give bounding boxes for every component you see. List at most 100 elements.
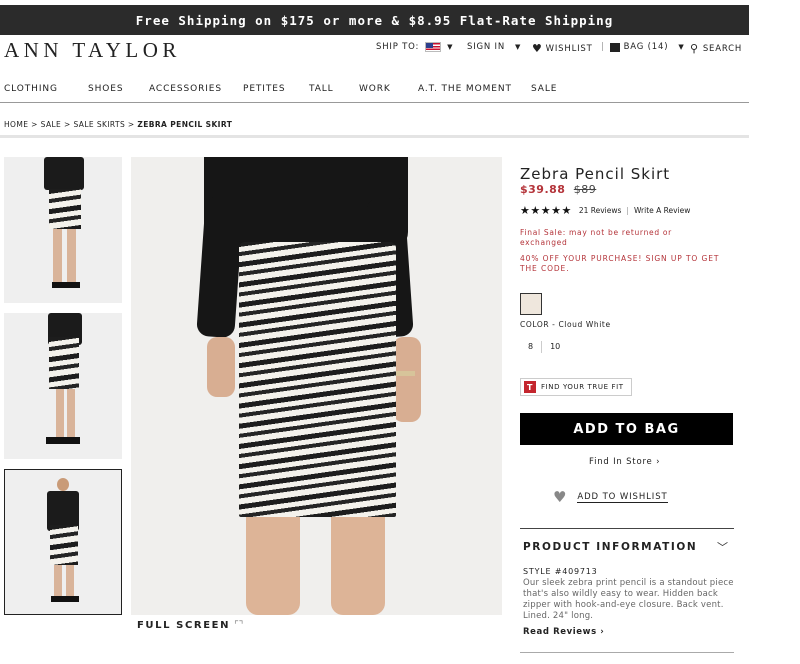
wishlist-label: WISHLIST [545, 43, 593, 54]
chevron-down-icon: ▼ [678, 43, 685, 51]
rating-row: ★★★★★ 21 Reviews | Write A Review [520, 204, 690, 217]
reviews-count-link[interactable]: 21 Reviews [579, 206, 622, 215]
write-review-link[interactable]: Write A Review [634, 206, 690, 215]
style-number: STYLE #409713 [523, 567, 598, 576]
breadcrumb-current: ZEBRA PENCIL SKIRT [137, 120, 233, 129]
model-leg-right [331, 517, 385, 615]
main-product-image[interactable] [131, 157, 502, 615]
product-information-heading[interactable]: PRODUCT INFORMATION [523, 541, 697, 553]
find-in-store-link[interactable]: Find In Store › [589, 457, 660, 467]
promo-banner[interactable]: Free Shipping on $175 or more & $8.95 Fl… [0, 5, 749, 35]
breadcrumb-home[interactable]: HOME [4, 120, 28, 129]
breadcrumb-separator: > [64, 120, 71, 129]
sale-price: $39.88 [520, 183, 566, 196]
read-reviews-label: Read Reviews [523, 627, 597, 637]
model-shoes [51, 596, 79, 602]
ship-to-label: SHIP TO: [376, 42, 420, 52]
wishlist-link[interactable]: ♥ WISHLIST [532, 42, 593, 55]
full-screen-button[interactable]: FULL SCREEN ⌜⌝ [137, 620, 243, 631]
nav-item-sale[interactable]: SALE [531, 84, 557, 94]
model-leg [67, 229, 76, 284]
breadcrumb-sale-skirts[interactable]: SALE SKIRTS [73, 120, 125, 129]
model-top [44, 157, 84, 190]
model-leg [54, 565, 62, 597]
search-icon: ⚲ [690, 42, 699, 55]
expand-icon: ⌜⌝ [234, 620, 244, 631]
add-to-wishlist-button[interactable]: ♥ ADD TO WISHLIST [553, 488, 668, 506]
zebra-skirt [239, 242, 396, 517]
breadcrumb-sale[interactable]: SALE [41, 120, 62, 129]
nav-item-accessories[interactable]: ACCESSORIES [149, 84, 222, 94]
chevron-right-icon: › [600, 627, 605, 637]
breadcrumb-separator: > [127, 120, 135, 129]
final-sale-notice: Final Sale: may not be returned or excha… [520, 228, 672, 247]
model-shoes [46, 437, 80, 444]
promo-banner-text: Free Shipping on $175 or more & $8.95 Fl… [135, 12, 614, 28]
chevron-down-icon: ▼ [447, 43, 454, 51]
sign-in-link[interactable]: SIGN IN ▼ [467, 42, 521, 52]
chevron-down-icon[interactable]: ﹀ [717, 539, 728, 555]
add-to-wishlist-label: ADD TO WISHLIST [577, 491, 668, 503]
search-label: SEARCH [702, 43, 743, 54]
original-price: $89 [573, 183, 597, 196]
thumbnail-full-length[interactable] [4, 469, 122, 615]
divider [0, 135, 749, 138]
ann-taylor-logo[interactable]: ANN TAYLOR [4, 38, 181, 63]
size-option[interactable]: 8 [520, 341, 541, 353]
true-fit-label: FIND YOUR TRUE FIT [541, 383, 624, 391]
divider: | [626, 206, 629, 215]
nav-item-clothing[interactable]: CLOTHING [4, 84, 58, 94]
bag-label: BAG (14) [623, 42, 669, 52]
product-price: $39.88 $89 [520, 183, 596, 196]
promo-signup-link[interactable]: 40% OFF YOUR PURCHASE! SIGN UP TO GET TH… [520, 254, 735, 274]
ship-to-selector[interactable]: SHIP TO: ▼ [376, 42, 453, 52]
nav-item-shoes[interactable]: SHOES [88, 84, 123, 94]
model-leg [66, 565, 74, 597]
us-flag-icon [425, 42, 442, 52]
model-leg [67, 389, 75, 439]
color-label: COLOR - Cloud White [520, 320, 611, 329]
divider: | [601, 42, 605, 52]
model-hand-left [207, 337, 235, 397]
divider [520, 528, 734, 529]
size-selector: 8 10 [520, 341, 568, 353]
true-fit-button[interactable]: T FIND YOUR TRUE FIT [520, 378, 632, 396]
nav-item-work[interactable]: WORK [359, 84, 391, 94]
bag-icon [609, 42, 620, 52]
model-hand-right [393, 337, 421, 422]
breadcrumb-separator: > [31, 120, 38, 129]
skirt-image [49, 189, 81, 229]
full-screen-label: FULL SCREEN [137, 620, 231, 631]
read-reviews-link[interactable]: Read Reviews › [523, 627, 604, 637]
product-description: Our sleek zebra print pencil is a stando… [523, 578, 734, 621]
chevron-right-icon: › [656, 457, 661, 467]
product-title: Zebra Pencil Skirt [520, 165, 671, 183]
breadcrumb: HOME > SALE > SALE SKIRTS > ZEBRA PENCIL… [4, 120, 232, 129]
nav-item-at-the-moment[interactable]: A.T. THE MOMENT [418, 84, 512, 94]
add-to-bag-button[interactable]: ADD TO BAG [520, 413, 733, 445]
skirt-image [50, 525, 78, 565]
heart-icon: ♥ [553, 488, 568, 506]
model-leg-left [246, 517, 300, 615]
skirt-image [49, 337, 79, 389]
model-leg [56, 389, 64, 439]
thumbnail-side[interactable] [4, 313, 122, 459]
nav-item-petites[interactable]: PETITES [243, 84, 285, 94]
true-fit-logo-icon: T [524, 381, 536, 393]
heart-icon: ♥ [532, 42, 543, 55]
divider [520, 652, 734, 653]
size-option[interactable]: 10 [542, 341, 568, 353]
search-link[interactable]: ⚲ SEARCH [690, 42, 742, 55]
find-in-store-label: Find In Store [589, 457, 653, 467]
nav-item-tall[interactable]: TALL [309, 84, 334, 94]
sign-in-label: SIGN IN [467, 42, 506, 52]
color-swatch-cloud-white[interactable] [520, 293, 542, 315]
bag-link[interactable]: | BAG (14) ▼ [596, 42, 685, 52]
model-shoes [52, 282, 80, 288]
chevron-down-icon: ▼ [515, 43, 522, 51]
model-leg [53, 229, 62, 284]
main-nav: CLOTHING SHOES ACCESSORIES PETITES TALL … [0, 79, 749, 103]
star-rating-icon[interactable]: ★★★★★ [520, 204, 572, 217]
model-head [57, 478, 69, 491]
thumbnail-front[interactable] [4, 157, 122, 303]
